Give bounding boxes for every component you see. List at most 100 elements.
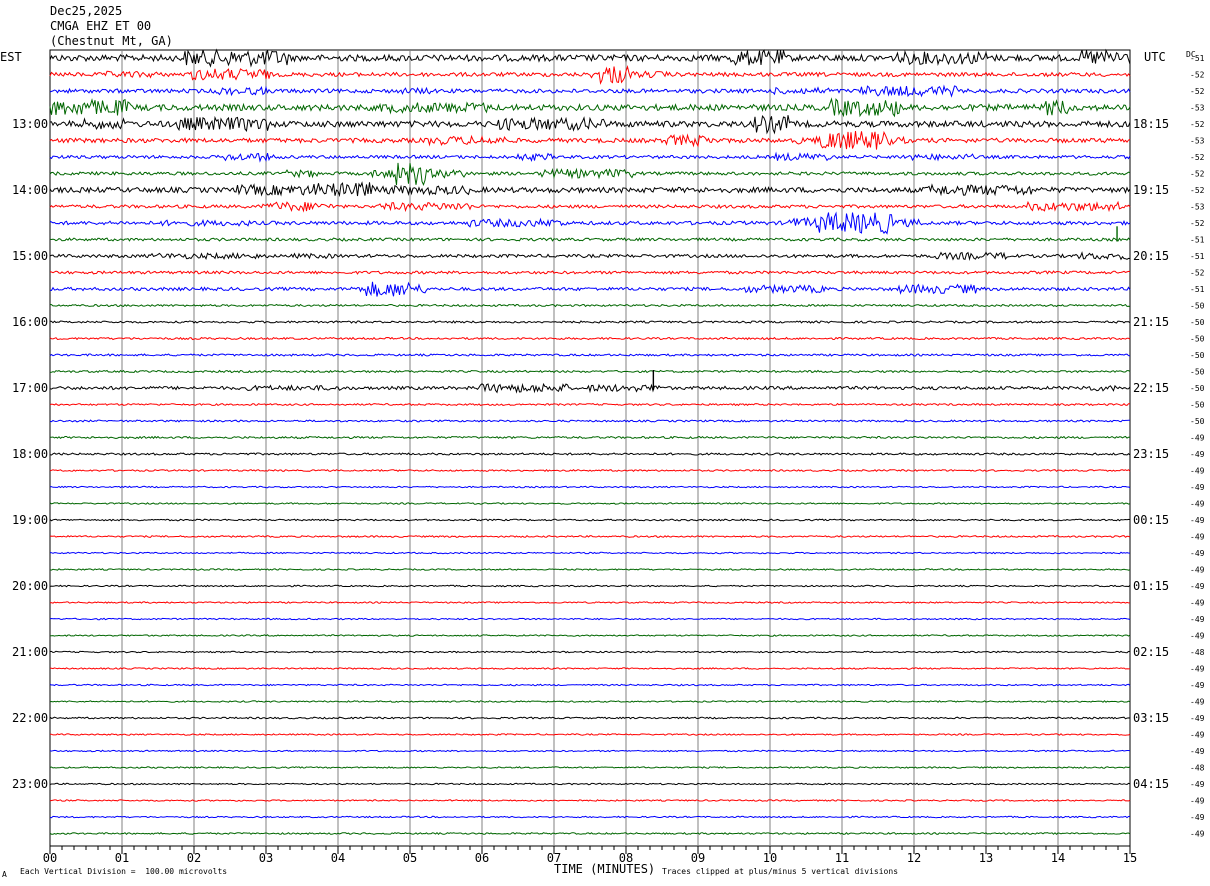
trace-26 [49,468,1131,472]
trace-33 [49,584,1131,588]
dc-offset-label: -52 [1190,87,1205,96]
dc-offset-label: -49 [1190,813,1205,822]
trace-35 [49,617,1131,621]
right-hour-label: 20:15 [1133,249,1169,263]
traces [49,48,1131,836]
x-tick-label-01: 01 [115,851,129,865]
trace-14 [49,270,1131,275]
scale-note: Each Vertical Division = 100.00 microvol… [20,867,228,876]
dc-offset-label: -49 [1190,516,1205,525]
dc-offset-label: -49 [1190,830,1205,839]
dc-offset-label: -49 [1190,615,1205,624]
trace-7 [49,151,1131,163]
right-hour-label: 18:15 [1133,117,1169,131]
x-tick-label-12: 12 [907,851,921,865]
trace-43 [49,749,1131,753]
trace-23 [49,419,1130,423]
trace-38 [49,667,1131,670]
dc-offset-label: -50 [1190,401,1205,410]
dc-offset-label: -53 [1190,203,1205,212]
dc-offset-label: -51 [1190,236,1205,245]
trace-9 [49,181,1131,198]
x-tick-label-04: 04 [331,851,345,865]
x-tick-label-10: 10 [763,851,777,865]
right-hour-label: 19:15 [1133,183,1169,197]
trace-42 [50,733,1131,736]
trace-25 [49,452,1131,456]
trace-30 [49,535,1131,538]
trace-17 [49,320,1131,324]
dc-offset-label: -49 [1190,483,1205,492]
dc-offset-label: -51 [1190,54,1205,63]
dc-offset-label: -52 [1190,186,1205,195]
trace-24 [49,435,1131,440]
dc-offset-label: -50 [1190,351,1205,360]
dc-offset-label: -51 [1190,252,1205,261]
dc-offset-label: -49 [1190,681,1205,690]
x-axis-title: TIME (MINUTES) [554,862,656,876]
dc-offset-label: -50 [1190,302,1205,311]
clip-note: Traces clipped at plus/minus 5 vertical … [662,867,899,876]
grid-lines [49,49,1131,847]
right-hour-label: 00:15 [1133,513,1169,527]
x-tick-label-00: 00 [43,851,57,865]
dc-offset-label: -50 [1190,368,1205,377]
dc-offset-label: -49 [1190,747,1205,756]
x-tick-label-15: 15 [1123,851,1137,865]
dc-offset-label: -51 [1190,285,1205,294]
dc-offset-label: -48 [1190,648,1205,657]
trace-13 [49,251,1131,261]
dc-offset-label: -49 [1190,797,1205,806]
trace-6 [49,130,1131,150]
left-hour-label: 17:00 [12,381,48,395]
dc-offset-label: -49 [1190,665,1205,674]
dc-offset-label: -49 [1190,714,1205,723]
right-hour-label: 01:15 [1133,579,1169,593]
left-hour-label: 14:00 [12,183,48,197]
trace-18 [49,336,1131,341]
x-axis-ticks [49,846,1131,854]
dc-offset-label: -52 [1190,269,1205,278]
dc-offset-label: -50 [1190,335,1205,344]
trace-21 [49,382,1131,394]
dc-offset-label: -49 [1190,467,1205,476]
trace-4 [49,97,1131,118]
left-hour-label: 15:00 [12,249,48,263]
trace-39 [49,683,1131,687]
trace-12 [49,237,1131,242]
left-hour-label: 19:00 [12,513,48,527]
trace-48 [49,831,1131,836]
trace-16 [49,303,1131,308]
left-hour-label: 23:00 [12,777,48,791]
left-hour-label: 20:00 [12,579,48,593]
dc-offset-label: -52 [1190,71,1205,80]
dc-offset-label: -49 [1190,533,1205,542]
left-hour-label: 21:00 [12,645,48,659]
trace-44 [49,766,1131,769]
x-tick-label-02: 02 [187,851,201,865]
trace-45 [49,782,1131,786]
x-tick-label-06: 06 [475,851,489,865]
x-tick-label-05: 05 [403,851,417,865]
trace-8 [49,162,1131,187]
trace-31 [49,551,1131,555]
dc-offset-label: -49 [1190,450,1205,459]
trace-37 [49,650,1131,654]
corner-mark: A [2,870,7,879]
right-hour-label: 02:15 [1133,645,1169,659]
left-hour-label: 18:00 [12,447,48,461]
x-tick-label-14: 14 [1051,851,1065,865]
trace-3 [49,84,1131,98]
seismogram-plot: 00 01 02 03 04 05 06 07 08 09 10 11 12 13 14 15-51-52-5… [12,48,1205,865]
right-hour-label: 03:15 [1133,711,1169,725]
dc-offset-label: -49 [1190,698,1205,707]
dc-offset-label: -49 [1190,500,1205,509]
right-hour-label: 23:15 [1133,447,1169,461]
dc-offset-label: -49 [1190,434,1205,443]
trace-36 [49,634,1131,637]
right-hour-label: 22:15 [1133,381,1169,395]
dc-offset-label: -52 [1190,153,1205,162]
right-hour-label: 21:15 [1133,315,1169,329]
trace-5 [49,114,1131,135]
x-tick-label-13: 13 [979,851,993,865]
